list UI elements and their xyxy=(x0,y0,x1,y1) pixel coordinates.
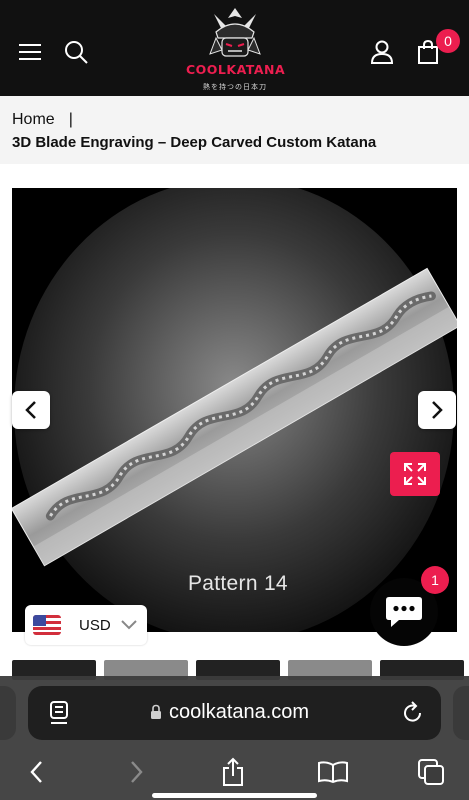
chat-unread-badge: 1 xyxy=(421,566,449,594)
reader-view-icon[interactable] xyxy=(48,700,72,726)
us-flag-icon xyxy=(33,615,61,635)
tabs-button[interactable] xyxy=(413,754,449,790)
chevron-right-icon xyxy=(131,761,143,783)
logo-text: COOLKATANA xyxy=(186,62,286,77)
currency-code: USD xyxy=(79,616,111,634)
next-image-button[interactable] xyxy=(418,391,456,429)
menu-icon[interactable] xyxy=(14,36,46,68)
cart-count-badge: 0 xyxy=(436,29,460,53)
product-image[interactable]: Pattern 14 xyxy=(12,188,457,632)
home-indicator xyxy=(152,793,317,798)
chevron-left-icon xyxy=(25,401,36,419)
samurai-helmet-icon xyxy=(209,8,261,57)
breadcrumb: Home | 3D Blade Engraving – Deep Carved … xyxy=(0,96,469,164)
site-logo[interactable]: COOLKATANA 熱を持つの日本刀 xyxy=(186,4,286,94)
book-icon xyxy=(318,761,348,784)
share-icon xyxy=(223,757,243,786)
tabs-icon xyxy=(418,759,444,785)
zoom-button[interactable] xyxy=(390,452,440,496)
chevron-left-icon xyxy=(30,761,42,783)
katana-blade-image xyxy=(12,188,457,632)
breadcrumb-home-link[interactable]: Home xyxy=(12,111,55,129)
reload-icon[interactable] xyxy=(401,700,425,726)
logo-subtitle: 熱を持つの日本刀 xyxy=(203,84,267,91)
bookmarks-button[interactable] xyxy=(315,754,351,790)
share-button[interactable] xyxy=(215,754,251,790)
currency-selector[interactable]: USD xyxy=(25,605,147,645)
expand-icon xyxy=(404,463,426,485)
site-header: COOLKATANA 熱を持つの日本刀 0 xyxy=(0,0,469,96)
pattern-caption: Pattern 14 xyxy=(188,572,288,595)
search-icon[interactable] xyxy=(60,36,92,68)
forward-button[interactable] xyxy=(119,754,155,790)
previous-image-button[interactable] xyxy=(12,391,50,429)
back-button[interactable] xyxy=(18,754,54,790)
chevron-right-icon xyxy=(432,401,443,419)
page: COOLKATANA 熱を持つの日本刀 0 Home | 3D Blade En… xyxy=(0,0,469,800)
url-text[interactable]: coolkatana.com xyxy=(169,701,309,724)
previous-tab-peek[interactable] xyxy=(0,686,16,740)
breadcrumb-separator: | xyxy=(68,111,73,128)
next-tab-peek[interactable] xyxy=(453,686,469,740)
lock-icon xyxy=(151,704,161,719)
account-icon[interactable] xyxy=(366,36,398,68)
chevron-down-icon xyxy=(120,620,137,630)
product-title: 3D Blade Engraving – Deep Carved Custom … xyxy=(12,134,377,151)
chat-bubble-icon xyxy=(386,597,422,627)
